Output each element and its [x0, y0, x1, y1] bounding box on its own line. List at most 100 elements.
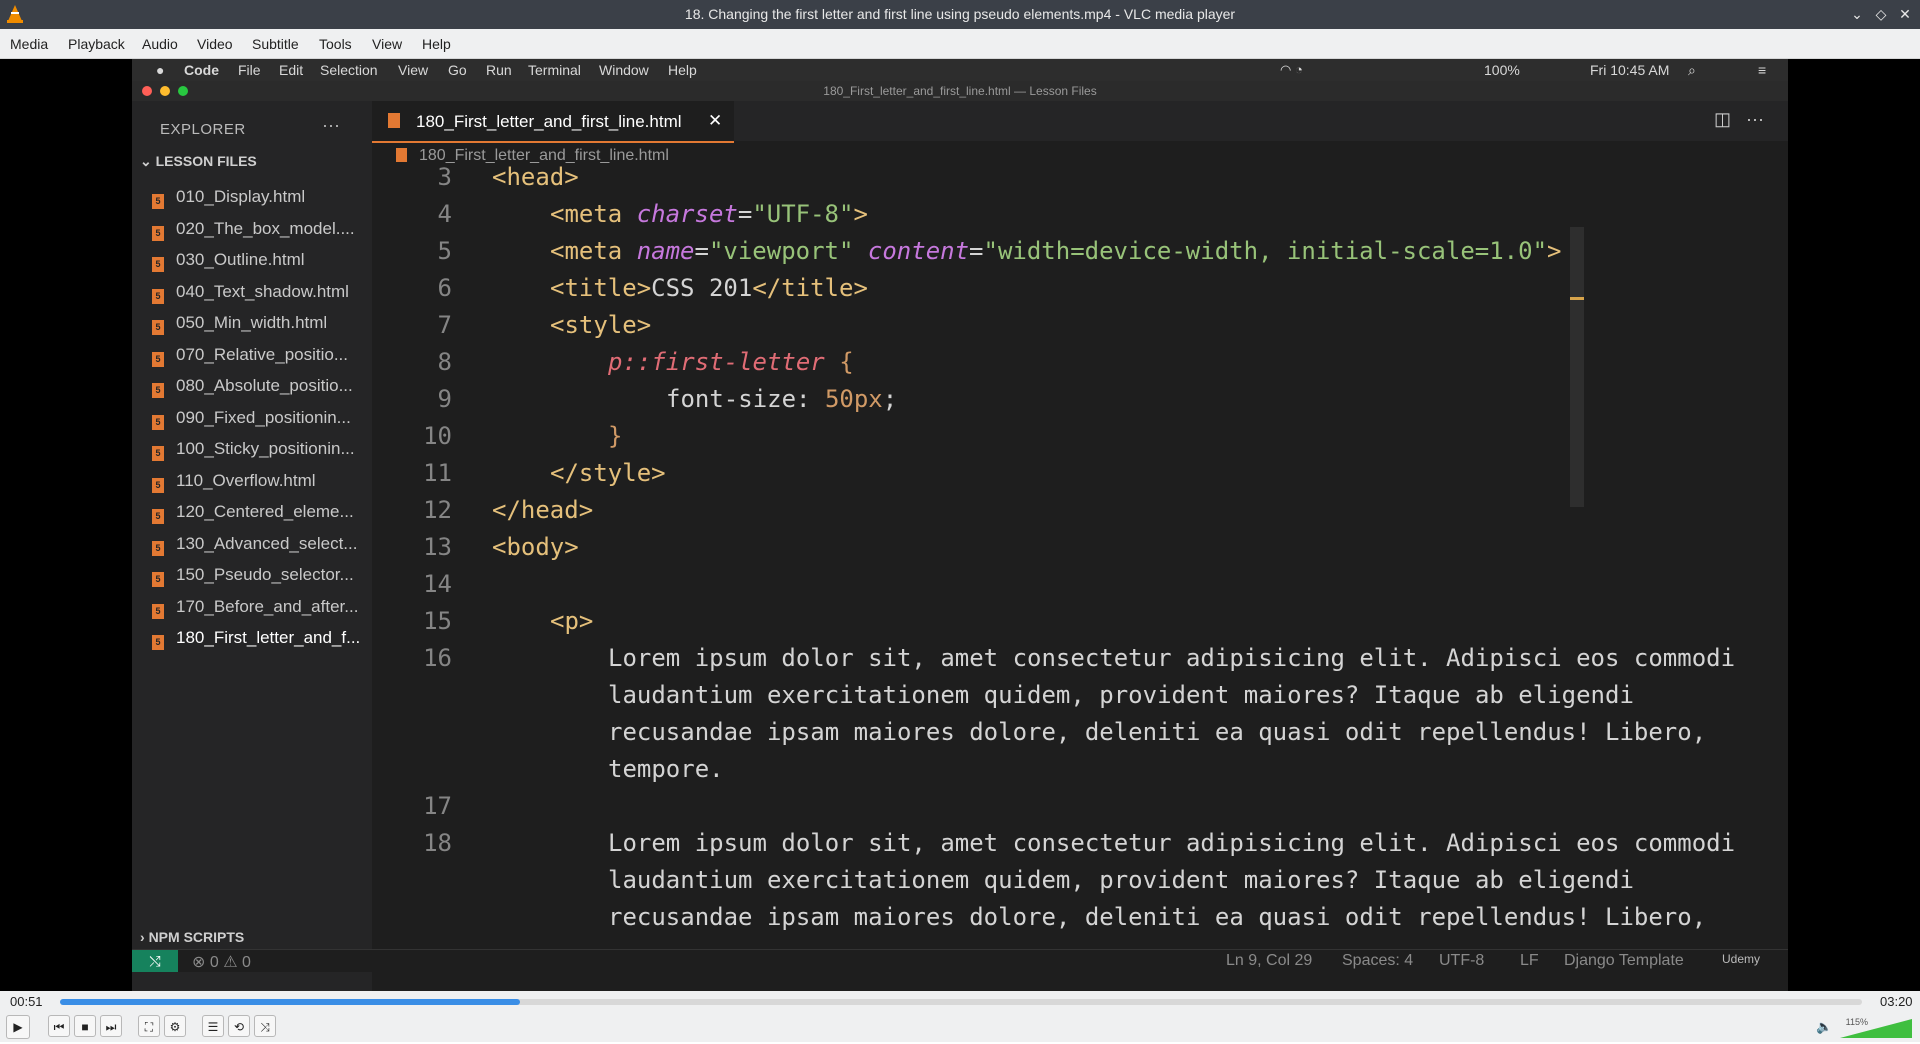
code-line: <title>CSS 201</title> — [550, 274, 868, 302]
scrollbar-marker — [1570, 297, 1584, 300]
editor-tab: 180_First_letter_and_first_line.html ✕ — [372, 101, 734, 143]
menubar: Media Playback Audio Video Subtitle Tool… — [0, 29, 1920, 59]
code-editor: 180_First_letter_and_first_line.html ✕ ◫… — [372, 101, 1788, 949]
code-line: Lorem ipsum dolor sit, amet consectetur … — [608, 644, 1736, 672]
next-button[interactable]: ⏭ — [100, 1015, 122, 1037]
explorer-header: EXPLORER — [160, 121, 246, 138]
npm-scripts-section: › NPM SCRIPTS — [140, 929, 245, 945]
line-number: 12 — [423, 496, 452, 524]
explorer-sidebar: EXPLORER ··· ⌄ LESSON FILES 5 010_Display… — [132, 101, 372, 991]
code-line: <body> — [492, 533, 579, 561]
code-line: recusandae ipsam maiores dolore, delenit… — [608, 903, 1707, 931]
menu-audio[interactable]: Audio — [142, 36, 178, 52]
mac-menubar: ● Code File Edit Selection View Go Run T… — [132, 59, 1788, 81]
file-item: 5 170_Before_and_after... — [152, 597, 362, 619]
line-number: 14 — [423, 570, 452, 598]
html5-icon: 5 — [152, 383, 164, 398]
volume-slider[interactable]: 115% — [1840, 1017, 1912, 1039]
html5-icon: 5 — [152, 478, 164, 493]
split-editor-icon: ◫ ··· — [1714, 109, 1764, 129]
seek-progress — [60, 999, 520, 1005]
more-icon: ··· — [322, 115, 340, 135]
menu-video[interactable]: Video — [197, 36, 233, 52]
menu-help[interactable]: Help — [422, 36, 451, 52]
wifi-icon: ◠ ◔ — [1280, 62, 1303, 77]
menu-media[interactable]: Media — [10, 36, 48, 52]
mac-menu-view: View — [398, 62, 429, 78]
previous-button[interactable]: ⏮ — [48, 1015, 70, 1037]
code-line: </style> — [550, 459, 666, 487]
file-item: 5 070_Relative_positio... — [152, 345, 362, 367]
file-item: 5 030_Outline.html — [152, 250, 362, 272]
fullscreen-button[interactable]: ⛶ — [138, 1015, 160, 1037]
file-item: 5 010_Display.html — [152, 187, 362, 209]
total-time: 03:20 — [1880, 994, 1913, 1009]
shuffle-button[interactable]: ⤨ — [254, 1015, 276, 1037]
menu-view[interactable]: View — [372, 36, 402, 52]
code-line-active: font-size: 50px; — [666, 385, 898, 413]
menu-subtitle[interactable]: Subtitle — [252, 36, 299, 52]
code-line: <head> — [492, 163, 579, 191]
html5-icon: 5 — [152, 635, 164, 650]
menu-tools[interactable]: Tools — [319, 36, 352, 52]
stop-button[interactable]: ■ — [74, 1015, 96, 1037]
video-frame: ● Code File Edit Selection View Go Run T… — [132, 59, 1788, 991]
html5-icon: 5 — [152, 415, 164, 430]
code-line: Lorem ipsum dolor sit, amet consectetur … — [608, 829, 1736, 857]
mac-menu-terminal: Terminal — [528, 62, 581, 78]
loop-button[interactable]: ⟲ — [228, 1015, 250, 1037]
html5-icon: 5 — [152, 509, 164, 524]
maximize-button[interactable]: ◇ — [1871, 4, 1891, 24]
line-number: 7 — [437, 311, 452, 339]
mac-menu-go: Go — [448, 62, 467, 78]
lesson-files-label: LESSON FILES — [155, 153, 257, 169]
playlist-button[interactable]: ☰ — [202, 1015, 224, 1037]
mac-menu-code: Code — [184, 62, 219, 78]
file-item: 5 080_Absolute_positio... — [152, 376, 362, 398]
mac-menu-help: Help — [668, 62, 697, 78]
volume-label: 115% — [1845, 1017, 1868, 1027]
cursor-position: Ln 9, Col 29 — [1226, 952, 1313, 969]
html5-icon: 5 — [152, 572, 164, 587]
editor-window-bar: 180_First_letter_and_first_line.html — L… — [132, 81, 1788, 101]
extended-settings-button[interactable]: ⚙ — [164, 1015, 186, 1037]
indentation: Spaces: 4 — [1342, 952, 1414, 969]
file-item-active: 5 180_First_letter_and_f... — [152, 628, 362, 650]
code-line: <meta charset="UTF-8"> — [550, 200, 868, 228]
line-number: 10 — [423, 422, 452, 450]
code-line: } — [608, 422, 623, 450]
html5-icon: 5 — [152, 226, 164, 241]
line-number: 15 — [423, 607, 452, 635]
line-number: 11 — [423, 459, 452, 487]
html5-icon: 5 — [152, 320, 164, 335]
code-line: <style> — [550, 311, 652, 339]
minimize-button[interactable]: ⌄ — [1847, 4, 1867, 24]
html5-icon: 5 — [152, 257, 164, 272]
close-button[interactable]: ✕ — [1895, 4, 1915, 24]
spotlight-icon: ⌕ — [1688, 62, 1696, 78]
code-line: </head> — [492, 496, 594, 524]
line-number: 18 — [423, 829, 452, 857]
file-item: 5 120_Centered_eleme... — [152, 502, 362, 524]
tab-label: 180_First_letter_and_first_line.html — [416, 112, 682, 131]
seek-slider[interactable] — [60, 999, 1862, 1005]
line-ending: LF — [1520, 952, 1539, 969]
code-line: recusandae ipsam maiores dolore, delenit… — [608, 718, 1707, 746]
html5-icon: 5 — [152, 604, 164, 619]
code-line: <p> — [550, 607, 594, 635]
mac-menu-window: Window — [599, 62, 649, 78]
html5-icon — [396, 148, 407, 162]
window-title: 18. Changing the first letter and first … — [684, 6, 1236, 22]
line-number: 16 — [423, 644, 452, 672]
window-titlebar: 18. Changing the first letter and first … — [0, 0, 1920, 29]
play-button[interactable]: ▶ — [6, 1015, 30, 1039]
mac-clock: Fri 10:45 AM — [1590, 62, 1670, 78]
speaker-icon[interactable]: 🔈 — [1816, 1019, 1832, 1035]
editor-tabbar: 180_First_letter_and_first_line.html ✕ ◫… — [372, 101, 1788, 143]
video-area[interactable]: ● Code File Edit Selection View Go Run T… — [0, 59, 1920, 991]
file-item: 5 040_Text_shadow.html — [152, 282, 362, 304]
line-number: 5 — [437, 237, 452, 265]
file-item: 5 090_Fixed_positionin... — [152, 408, 362, 430]
line-number: 3 — [437, 163, 452, 191]
menu-playback[interactable]: Playback — [68, 36, 125, 52]
